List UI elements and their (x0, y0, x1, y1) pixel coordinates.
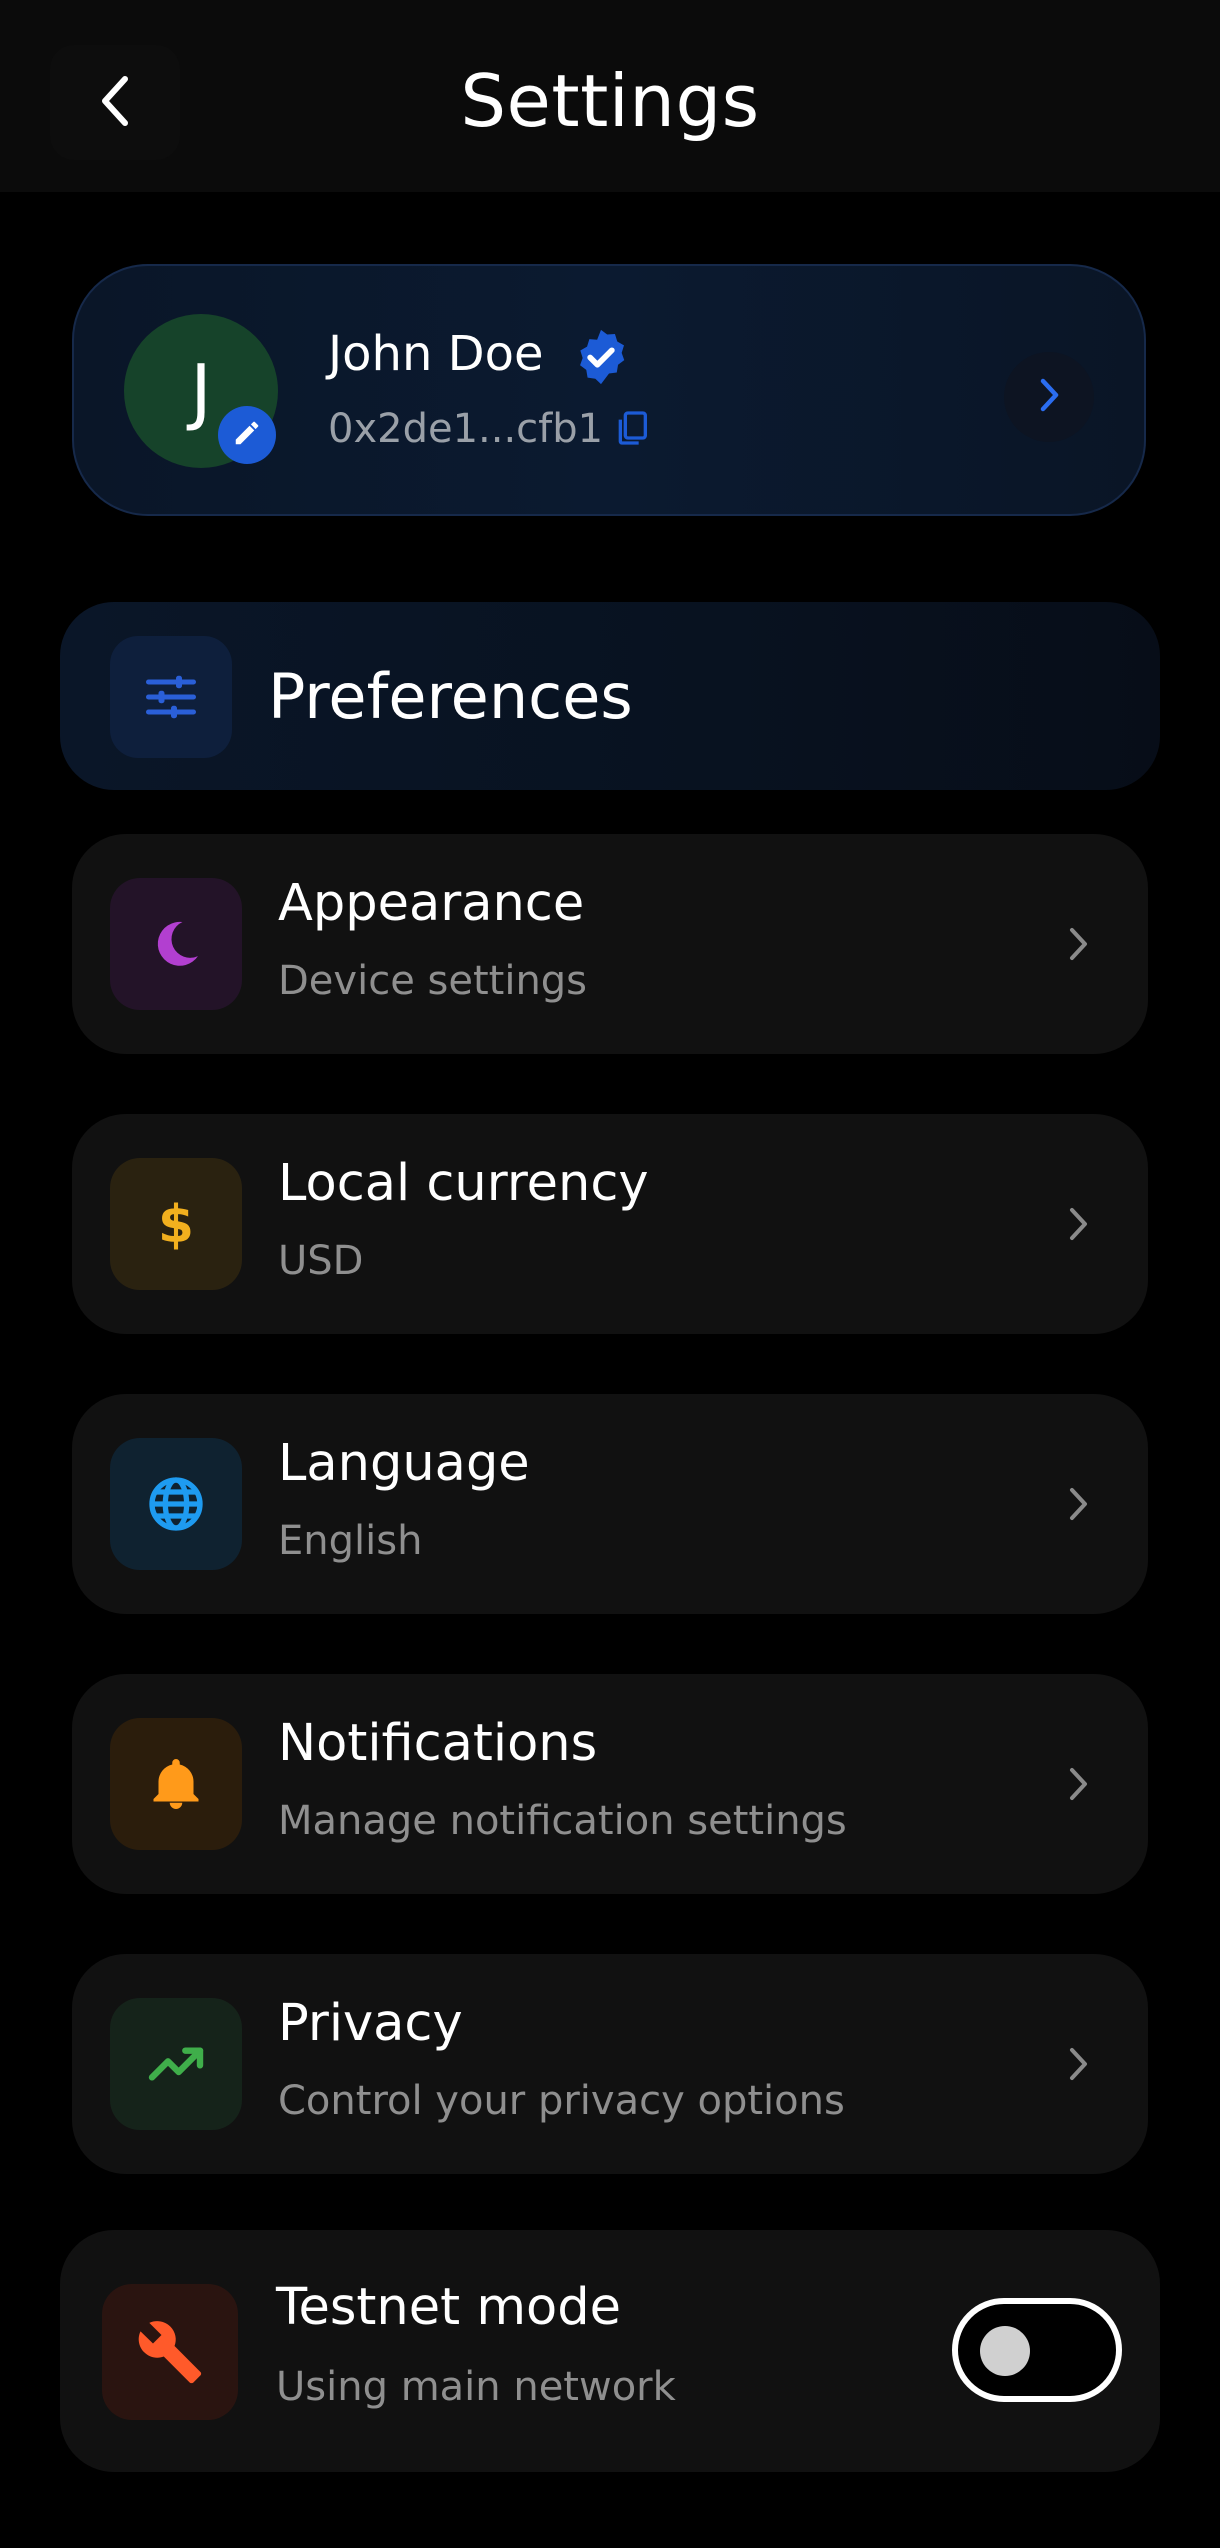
wrench-icon (102, 2284, 238, 2420)
setting-title: Notifications (278, 1714, 598, 1773)
pencil-icon (232, 418, 262, 452)
setting-title: Privacy (278, 1994, 463, 2053)
profile-card[interactable]: J John Doe 0x2de1...cfb1 (72, 264, 1146, 516)
avatar-initial: J (190, 349, 212, 433)
setting-subtitle: English (278, 1518, 423, 1564)
setting-row-language[interactable]: Language English (72, 1394, 1148, 1614)
setting-subtitle: Manage notification settings (278, 1798, 847, 1844)
chevron-right-icon (1048, 1474, 1108, 1534)
svg-text:$: $ (158, 1195, 194, 1255)
chevron-right-icon (1048, 914, 1108, 974)
bell-icon (110, 1718, 242, 1850)
setting-title: Appearance (278, 874, 585, 933)
setting-row-appearance[interactable]: Appearance Device settings (72, 834, 1148, 1054)
setting-subtitle: Device settings (278, 958, 588, 1004)
toggle-knob (980, 2326, 1030, 2376)
preferences-section-header: Preferences (60, 602, 1160, 790)
testnet-subtitle: Using main network (276, 2364, 676, 2410)
chevron-right-icon (1048, 1754, 1108, 1814)
profile-open-button[interactable] (1004, 352, 1094, 442)
dollar-icon: $ (110, 1158, 242, 1290)
wallet-address: 0x2de1...cfb1 (328, 406, 604, 452)
testnet-title: Testnet mode (276, 2278, 621, 2337)
testnet-toggle[interactable] (952, 2298, 1122, 2402)
chevron-right-icon (1048, 1194, 1108, 1254)
moon-icon (110, 878, 242, 1010)
trending-up-icon (110, 1998, 242, 2130)
setting-row-testnet: Testnet mode Using main network (60, 2230, 1160, 2472)
setting-title: Local currency (278, 1154, 649, 1213)
verified-badge-icon (570, 326, 632, 388)
setting-subtitle: Control your privacy options (278, 2078, 845, 2124)
chevron-right-icon (1034, 375, 1064, 419)
section-title: Preferences (268, 659, 633, 733)
page-title: Settings (460, 59, 760, 143)
edit-avatar-button[interactable] (218, 406, 276, 464)
setting-subtitle: USD (278, 1238, 364, 1284)
chevron-right-icon (1048, 2034, 1108, 2094)
setting-title: Language (278, 1434, 530, 1493)
profile-name: John Doe (328, 326, 544, 382)
setting-row-privacy[interactable]: Privacy Control your privacy options (72, 1954, 1148, 2174)
copy-icon[interactable] (612, 408, 652, 448)
setting-row-local-currency[interactable]: $ Local currency USD (72, 1114, 1148, 1334)
sliders-icon (110, 636, 232, 758)
setting-row-notifications[interactable]: Notifications Manage notification settin… (72, 1674, 1148, 1894)
globe-icon (110, 1438, 242, 1570)
